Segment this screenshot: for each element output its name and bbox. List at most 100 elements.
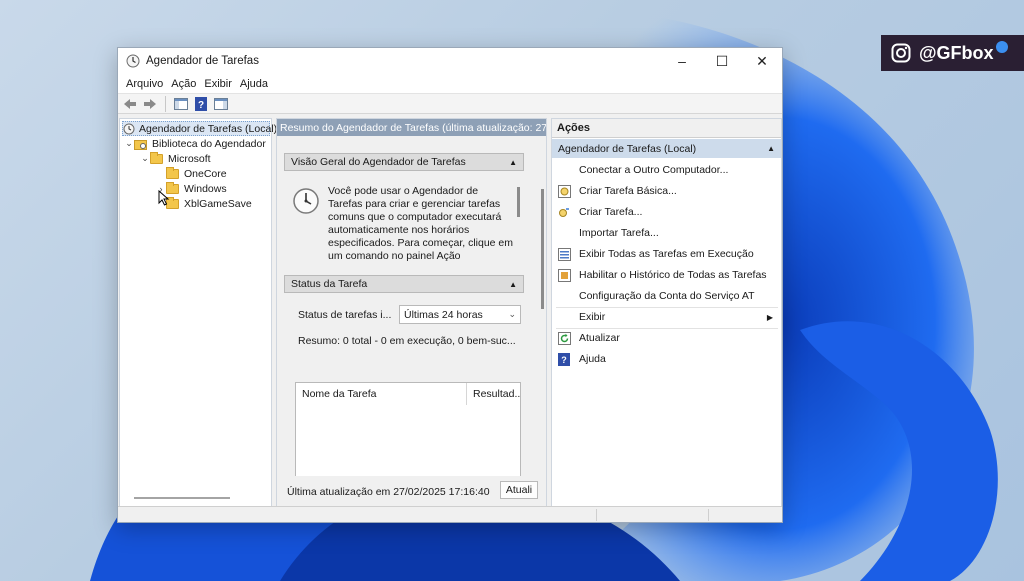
action-display-running-label: Exibir Todas as Tarefas em Execução — [579, 248, 754, 260]
menu-acao[interactable]: Ação — [169, 78, 202, 90]
tree-item-onecore[interactable]: OneCore — [156, 166, 227, 181]
title-bar[interactable]: Agendador de Tarefas – ☐ ✕ — [118, 48, 782, 74]
last-update-text: Última atualização em 27/02/2025 17:16:4… — [287, 486, 490, 498]
scheduler-clock-icon — [293, 188, 319, 214]
task-scheduler-window: Agendador de Tarefas – ☐ ✕ Arquivo Ação … — [117, 47, 783, 523]
tree-microsoft-label: Microsoft — [168, 152, 211, 165]
overview-scrollbar[interactable] — [517, 187, 520, 217]
menu-arquivo[interactable]: Arquivo — [124, 78, 169, 90]
status-period-select[interactable]: Últimas 24 horas ⌄ — [399, 305, 521, 324]
column-result[interactable]: Resultad.. — [466, 383, 520, 405]
action-view-label: Exibir — [579, 311, 606, 323]
collapse-caret-icon[interactable]: ▲ — [509, 158, 517, 167]
action-create-task[interactable]: Criar Tarefa... — [552, 203, 781, 221]
show-hide-tree-icon[interactable] — [173, 96, 189, 112]
status-title: Status da Tarefa — [291, 278, 368, 290]
svg-text:?: ? — [561, 355, 567, 365]
tree-item-xblgamesave[interactable]: XblGameSave — [156, 196, 252, 211]
menu-exibir[interactable]: Exibir — [202, 78, 238, 90]
overview-section-header[interactable]: Visão Geral do Agendador de Tarefas ▲ — [284, 153, 524, 171]
collapse-chevron-icon[interactable]: ⌄ — [140, 153, 150, 164]
action-refresh[interactable]: Atualizar — [552, 329, 781, 347]
refresh-button[interactable]: Atuali — [500, 481, 538, 499]
library-folder-icon — [134, 138, 148, 150]
overview-title: Visão Geral do Agendador de Tarefas — [291, 156, 466, 168]
collapse-chevron-icon[interactable]: ⌄ — [124, 138, 134, 149]
action-import-task[interactable]: Importar Tarefa... — [552, 224, 781, 242]
action-display-running[interactable]: Exibir Todas as Tarefas em Execução — [552, 245, 781, 263]
summary-footer: Última atualização em 27/02/2025 17:16:4… — [277, 476, 546, 507]
tree-item-root[interactable]: Agendador de Tarefas (Local) — [122, 121, 277, 136]
forward-arrow-icon[interactable] — [142, 96, 158, 112]
status-label: Status de tarefas i... — [298, 309, 392, 321]
watermark-badge: @GFbox — [881, 35, 1024, 71]
task-status-table: Nome da Tarefa Resultad.. — [295, 382, 521, 482]
verified-icon — [995, 41, 1008, 53]
action-enable-history[interactable]: Habilitar o Histórico de Todas as Tarefa… — [552, 266, 781, 284]
action-create-basic-task[interactable]: Criar Tarefa Básica... — [552, 182, 781, 200]
action-create-basic-task-label: Criar Tarefa Básica... — [579, 185, 677, 197]
menu-ajuda[interactable]: Ajuda — [238, 78, 274, 90]
actions-title: Ações — [552, 119, 781, 138]
action-enable-history-label: Habilitar o Histórico de Todas as Tarefa… — [579, 269, 767, 281]
action-help[interactable]: ? Ajuda — [552, 350, 781, 368]
svg-text:?: ? — [198, 100, 204, 111]
tree-item-library[interactable]: ⌄ Biblioteca do Agendador — [124, 136, 266, 151]
help-icon: ? — [557, 352, 571, 366]
mouse-cursor-icon — [158, 190, 170, 206]
submenu-arrow-icon: ▶ — [766, 312, 773, 322]
panel-scrollbar[interactable] — [541, 189, 544, 309]
action-refresh-label: Atualizar — [579, 332, 620, 344]
collapse-caret-icon[interactable]: ▲ — [767, 144, 775, 153]
folder-icon — [150, 151, 164, 165]
show-hide-action-pane-icon[interactable] — [213, 96, 229, 112]
toolbar: ? — [118, 94, 782, 114]
summary-panel: Resumo do Agendador de Tarefas (última a… — [276, 118, 547, 508]
action-create-task-label: Criar Tarefa... — [579, 206, 643, 218]
column-task-name[interactable]: Nome da Tarefa — [296, 383, 377, 405]
action-help-label: Ajuda — [579, 353, 606, 365]
overview-content: Você pode usar o Agendador de Tarefas pa… — [284, 177, 524, 267]
action-connect-label: Conectar a Outro Computador... — [579, 164, 729, 176]
action-at-service-config-label: Configuração da Conta do Serviço AT — [579, 290, 755, 302]
action-at-service-config[interactable]: Configuração da Conta do Serviço AT — [552, 287, 781, 305]
toolbar-separator — [165, 95, 166, 112]
navigation-tree: Agendador de Tarefas (Local) ⌄ Bibliotec… — [119, 118, 277, 508]
refresh-icon — [557, 331, 571, 345]
minimize-button[interactable]: – — [662, 48, 702, 74]
tree-library-label: Biblioteca do Agendador — [152, 137, 266, 150]
overview-text: Você pode usar o Agendador de Tarefas pa… — [328, 185, 514, 262]
help-icon[interactable]: ? — [193, 96, 209, 112]
actions-pane: Ações Agendador de Tarefas (Local) ▲ Con… — [551, 118, 782, 508]
folder-icon — [166, 166, 180, 180]
actions-group-header[interactable]: Agendador de Tarefas (Local) ▲ — [552, 139, 781, 158]
close-button[interactable]: ✕ — [742, 48, 782, 74]
tree-xblgamesave-label: XblGameSave — [184, 197, 252, 210]
status-period-value: Últimas 24 horas — [404, 308, 483, 321]
action-import-task-label: Importar Tarefa... — [579, 227, 659, 239]
app-clock-icon — [126, 54, 140, 68]
create-task-icon — [557, 205, 571, 219]
create-basic-task-icon — [557, 184, 571, 198]
chevron-down-icon: ⌄ — [508, 309, 516, 319]
action-view-menu[interactable]: Exibir ▶ — [552, 308, 781, 326]
collapse-caret-icon[interactable]: ▲ — [509, 280, 517, 289]
status-section-header[interactable]: Status da Tarefa ▲ — [284, 275, 524, 293]
status-bar — [118, 506, 782, 522]
summary-header: Resumo do Agendador de Tarefas (última a… — [277, 119, 546, 136]
tree-root-label: Agendador de Tarefas (Local) — [139, 122, 278, 135]
watermark-handle: @GFbox — [919, 42, 994, 63]
menu-bar: Arquivo Ação Exibir Ajuda — [118, 74, 782, 94]
actions-group-label: Agendador de Tarefas (Local) — [558, 142, 697, 155]
back-arrow-icon[interactable] — [122, 96, 138, 112]
instagram-icon — [891, 43, 911, 63]
status-summary: Resumo: 0 total - 0 em execução, 0 bem-s… — [298, 335, 516, 347]
tree-item-microsoft[interactable]: ⌄ Microsoft — [140, 151, 211, 166]
history-icon — [557, 268, 571, 282]
maximize-button[interactable]: ☐ — [702, 48, 742, 74]
tree-onecore-label: OneCore — [184, 167, 227, 180]
horizontal-scrollbar[interactable] — [134, 497, 230, 499]
tree-windows-label: Windows — [184, 182, 227, 195]
action-connect[interactable]: Conectar a Outro Computador... — [552, 161, 781, 179]
running-tasks-icon — [557, 247, 571, 261]
